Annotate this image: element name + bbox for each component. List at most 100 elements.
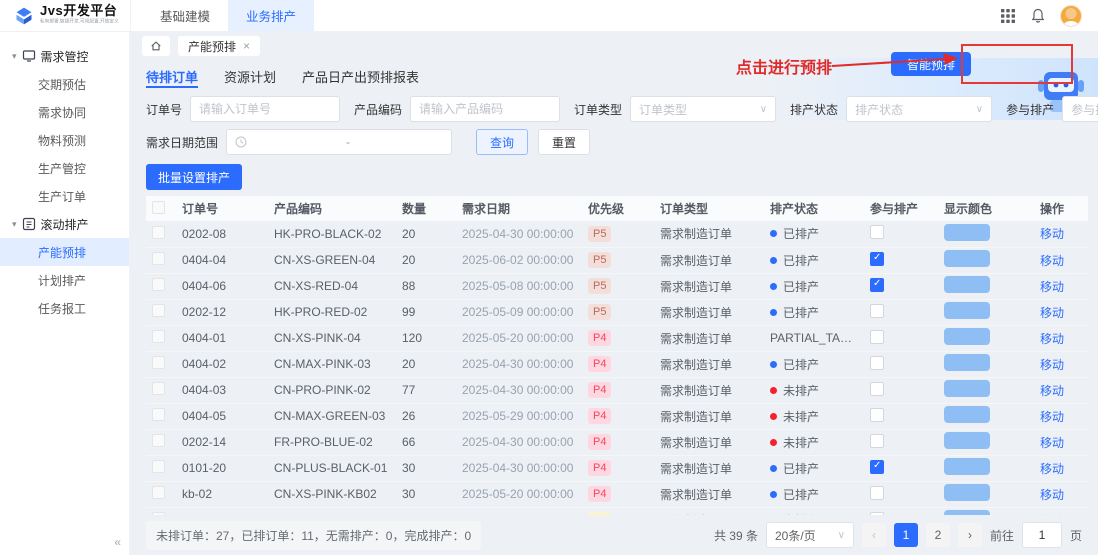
- priority-badge: P4: [588, 460, 611, 476]
- cell-order-type: 需求制造订单: [654, 403, 764, 429]
- move-action-link[interactable]: 移动: [1040, 227, 1064, 241]
- move-action-link[interactable]: 移动: [1040, 332, 1064, 346]
- user-avatar[interactable]: [1060, 5, 1082, 27]
- row-checkbox[interactable]: [152, 486, 165, 499]
- page-size-value: 20条/页: [775, 527, 816, 544]
- display-color-swatch[interactable]: [944, 406, 990, 423]
- col-color: 显示颜色: [938, 196, 1034, 221]
- display-color-swatch[interactable]: [944, 458, 990, 475]
- smart-preschedule-button[interactable]: 智能预排: [891, 52, 971, 76]
- display-color-swatch[interactable]: [944, 302, 990, 319]
- move-action-link[interactable]: 移动: [1040, 462, 1064, 476]
- display-color-swatch[interactable]: [944, 432, 990, 449]
- row-checkbox[interactable]: [152, 408, 165, 421]
- display-color-swatch[interactable]: [944, 224, 990, 241]
- table-row: 0202-13 CN-PRO-GREEN-02 78 2025-05-01 00…: [146, 507, 1088, 515]
- row-checkbox[interactable]: [152, 304, 165, 317]
- row-checkbox[interactable]: [152, 278, 165, 291]
- close-icon[interactable]: ×: [243, 39, 250, 53]
- row-checkbox[interactable]: [152, 356, 165, 369]
- sidebar-item[interactable]: 生产管控: [0, 154, 129, 182]
- move-action-link[interactable]: 移动: [1040, 254, 1064, 268]
- participate-checkbox[interactable]: [870, 460, 884, 474]
- sidebar-item[interactable]: 任务报工: [0, 294, 129, 322]
- search-button[interactable]: 查询: [476, 129, 528, 155]
- batch-set-schedule-button[interactable]: 批量设置排产: [146, 164, 242, 190]
- orders-table-wrapper: 订单号 产品编码 数量 需求日期 优先级 订单类型 排产状态 参与排产 显示颜色…: [130, 196, 1098, 515]
- page-number-button[interactable]: 2: [926, 523, 950, 547]
- cell-order-no: 0404-02: [176, 351, 268, 377]
- move-action-link[interactable]: 移动: [1040, 488, 1064, 502]
- cell-product-code: FR-PRO-BLUE-02: [268, 429, 396, 455]
- participate-checkbox[interactable]: [870, 408, 884, 422]
- participate-checkbox[interactable]: [870, 434, 884, 448]
- participate-checkbox[interactable]: [870, 330, 884, 344]
- sidebar-item[interactable]: 产能预排: [0, 238, 129, 266]
- cell-order-type: 需求制造订单: [654, 273, 764, 299]
- panel-tab[interactable]: 待排订单: [146, 67, 198, 88]
- sidebar-group-rolling[interactable]: ▾ 滚动排产: [0, 210, 129, 238]
- participate-checkbox[interactable]: [870, 278, 884, 292]
- cell-status: 已排产: [764, 273, 864, 299]
- display-color-swatch[interactable]: [944, 484, 990, 501]
- home-icon: [150, 40, 162, 52]
- row-checkbox[interactable]: [152, 252, 165, 265]
- sidebar-item[interactable]: 计划排产: [0, 266, 129, 294]
- participate-select[interactable]: 参与排产 ∨: [1062, 96, 1098, 122]
- page-number-button[interactable]: 1: [894, 523, 918, 547]
- participate-checkbox[interactable]: [870, 356, 884, 370]
- participate-checkbox[interactable]: [870, 382, 884, 396]
- row-checkbox[interactable]: [152, 460, 165, 473]
- filter-schedule-status: 排产状态 排产状态 ∨: [790, 96, 992, 122]
- display-color-swatch[interactable]: [944, 276, 990, 293]
- move-action-link[interactable]: 移动: [1040, 358, 1064, 372]
- open-page-tab[interactable]: 产能预排 ×: [178, 36, 260, 56]
- status-label: 已排产: [783, 358, 819, 372]
- product-code-input[interactable]: [410, 96, 560, 122]
- move-action-link[interactable]: 移动: [1040, 306, 1064, 320]
- apps-grid-icon[interactable]: [1000, 8, 1016, 24]
- panel-tab[interactable]: 产品日产出预排报表: [302, 67, 419, 88]
- display-color-swatch[interactable]: [944, 354, 990, 371]
- cell-date: 2025-05-20 00:00:00: [456, 481, 582, 507]
- status-label: 已排产: [783, 280, 819, 294]
- order-no-input[interactable]: [190, 96, 340, 122]
- bell-icon[interactable]: [1030, 8, 1046, 24]
- move-action-link[interactable]: 移动: [1040, 410, 1064, 424]
- participate-checkbox[interactable]: [870, 252, 884, 266]
- move-action-link[interactable]: 移动: [1040, 280, 1064, 294]
- participate-checkbox[interactable]: [870, 304, 884, 318]
- nav-tab[interactable]: 基础建模: [142, 0, 228, 31]
- reset-button[interactable]: 重置: [538, 129, 590, 155]
- filter-label: 参与排产: [1006, 101, 1054, 118]
- row-checkbox[interactable]: [152, 226, 165, 239]
- participate-checkbox[interactable]: [870, 486, 884, 500]
- sidebar-item[interactable]: 物料预测: [0, 126, 129, 154]
- prev-page-button[interactable]: ‹: [862, 523, 886, 547]
- move-action-link[interactable]: 移动: [1040, 384, 1064, 398]
- date-range-input[interactable]: -: [226, 129, 452, 155]
- sidebar-group-demand[interactable]: ▾ 需求管控: [0, 42, 129, 70]
- page-size-select[interactable]: 20条/页 ∨: [766, 522, 854, 548]
- schedule-status-select[interactable]: 排产状态 ∨: [846, 96, 992, 122]
- row-checkbox[interactable]: [152, 434, 165, 447]
- cell-product-code: CN-XS-PINK-04: [268, 325, 396, 351]
- sidebar-collapse-toggle[interactable]: «: [114, 535, 121, 549]
- sidebar-item[interactable]: 需求协同: [0, 98, 129, 126]
- display-color-swatch[interactable]: [944, 328, 990, 345]
- select-all-checkbox[interactable]: [152, 201, 165, 214]
- home-tab-button[interactable]: [142, 36, 170, 56]
- row-checkbox[interactable]: [152, 382, 165, 395]
- order-type-select[interactable]: 订单类型 ∨: [630, 96, 776, 122]
- sidebar-item[interactable]: 生产订单: [0, 182, 129, 210]
- display-color-swatch[interactable]: [944, 250, 990, 267]
- move-action-link[interactable]: 移动: [1040, 436, 1064, 450]
- goto-page-input[interactable]: [1022, 522, 1062, 548]
- sidebar-item[interactable]: 交期预估: [0, 70, 129, 98]
- nav-tab[interactable]: 业务排产: [228, 0, 314, 31]
- next-page-button[interactable]: ›: [958, 523, 982, 547]
- participate-checkbox[interactable]: [870, 225, 884, 239]
- panel-tab[interactable]: 资源计划: [224, 67, 276, 88]
- row-checkbox[interactable]: [152, 330, 165, 343]
- display-color-swatch[interactable]: [944, 380, 990, 397]
